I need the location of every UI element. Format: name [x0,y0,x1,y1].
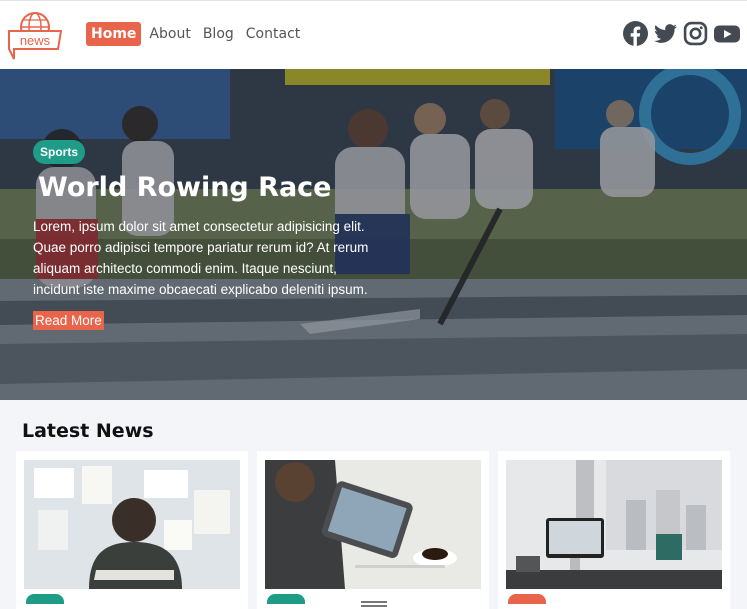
latest-news-title: Latest News [22,420,154,442]
menu-handle-icon[interactable] [361,601,387,609]
card-image-tablet [265,460,481,589]
nav-contact-link[interactable]: Contact [242,22,304,46]
twitter-icon[interactable] [653,21,678,46]
social-links [623,21,740,46]
youtube-icon[interactable] [713,21,740,46]
read-more-button[interactable]: Read More [33,311,104,330]
card-tag [267,594,305,604]
hero-description: Lorem, ipsum dolor sit amet consectetur … [33,219,369,297]
news-card-list [16,451,747,609]
logo-text: news [20,33,51,48]
card-tag [26,594,64,604]
news-card[interactable] [498,451,730,609]
nav-about-link[interactable]: About [145,22,194,46]
category-badge[interactable]: Sports [33,140,86,164]
main-nav: Home About Blog Contact [86,22,304,46]
nav-home-link[interactable]: Home [86,22,142,46]
hero-title: World Rowing Race [38,172,332,203]
news-card[interactable] [257,451,489,609]
news-card[interactable] [16,451,248,609]
nav-blog-link[interactable]: Blog [199,22,238,46]
facebook-icon[interactable] [623,21,648,46]
card-tag [508,594,546,604]
hero-banner: Sports World Rowing Race Lorem, ipsum do… [0,69,747,400]
instagram-icon[interactable] [683,21,708,46]
card-image-whiteboard [24,460,240,589]
card-image-office [506,460,722,589]
site-header: news Home About Blog Contact [0,0,747,69]
news-logo[interactable]: news [6,9,64,63]
